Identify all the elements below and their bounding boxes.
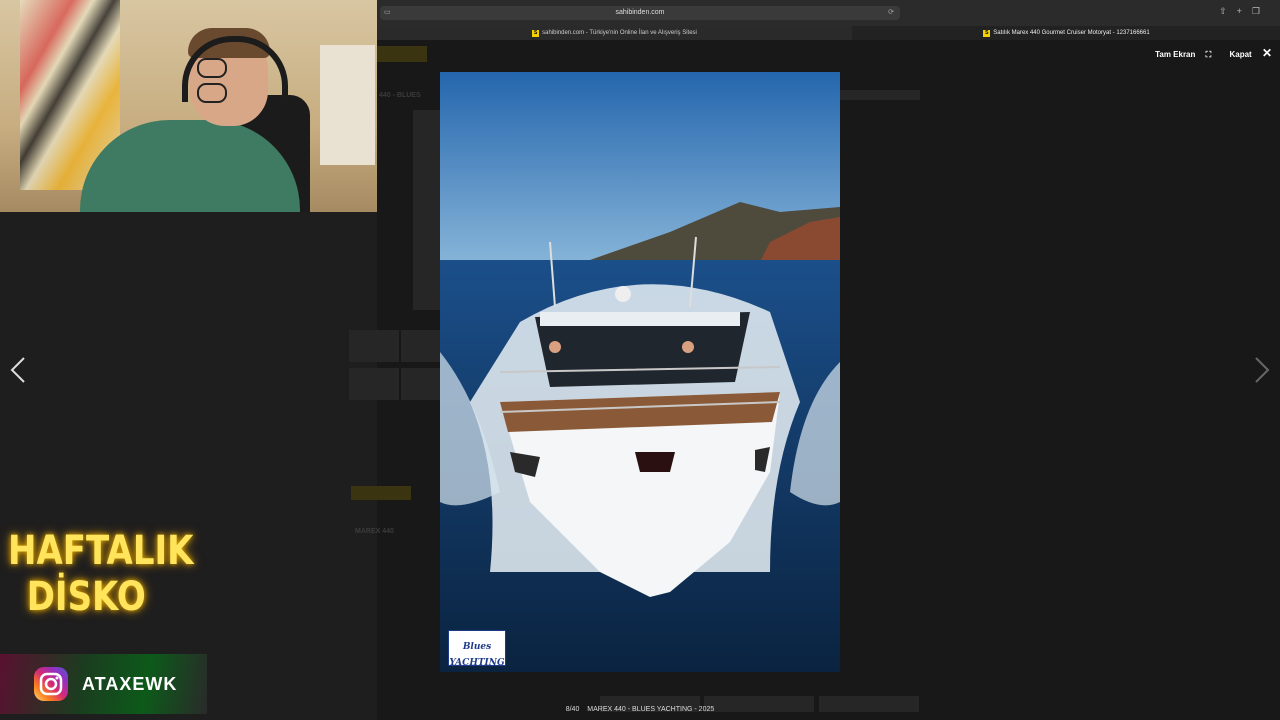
photo-title: MAREX 440 - BLUES YACHTING - 2025 — [587, 706, 715, 713]
gallery-main-image — [413, 110, 443, 310]
tab-favicon: S — [983, 30, 991, 37]
instagram-icon — [34, 667, 68, 701]
tab-strip: Ssahibinden.com - Türkiye'nin Online İla… — [377, 26, 1280, 40]
previous-photo-button[interactable] — [4, 352, 34, 388]
reload-icon[interactable]: ⟳ — [888, 6, 894, 20]
new-tab-icon[interactable]: + — [1237, 6, 1252, 16]
webcam-feed — [0, 0, 377, 212]
thumbnail[interactable] — [349, 330, 399, 362]
browser-actions: ⇧+❐ — [1219, 6, 1270, 17]
header-element — [840, 90, 920, 100]
tab-label: sahibinden.com - Türkiye'nin Online İlan… — [542, 30, 697, 36]
next-photo-button[interactable] — [1246, 352, 1276, 388]
fullscreen-button[interactable]: Tam Ekran ⛶ — [1147, 50, 1211, 59]
listing-photo: Blues YACHTING — [440, 72, 840, 672]
instagram-banner: ATAXEWK — [0, 654, 207, 714]
share-icon[interactable]: ⇧ — [1219, 6, 1237, 16]
fullscreen-icon: ⛶ — [1205, 50, 1212, 59]
thumbnail[interactable] — [349, 368, 399, 400]
badge — [351, 486, 411, 500]
fullscreen-label: Tam Ekran — [1155, 50, 1196, 59]
page-icon: ▭ — [384, 9, 391, 16]
show-title-line2: DİSKO — [26, 574, 146, 620]
lightbox-actions: Tam Ekran ⛶ Kapat ✕ — [1139, 46, 1272, 60]
close-icon: ✕ — [1261, 46, 1272, 60]
thumbnail[interactable] — [401, 368, 441, 400]
tabs-icon[interactable]: ❐ — [1252, 6, 1270, 16]
thumbnail[interactable] — [401, 330, 441, 362]
site-logo — [377, 46, 427, 62]
show-title: HAFTALIK DİSKO — [8, 528, 194, 620]
glasses — [197, 58, 261, 103]
model-heading: MAREX 440 — [355, 528, 394, 535]
address-bar[interactable]: ▭ sahibinden.com ⟳ — [380, 6, 900, 20]
chevron-right-icon — [1255, 357, 1270, 383]
chevron-left-icon — [10, 357, 25, 383]
show-title-line1: HAFTALIK — [8, 528, 194, 574]
close-label: Kapat — [1229, 50, 1252, 59]
url-text: sahibinden.com — [615, 9, 665, 16]
tab-favicon: S — [532, 30, 540, 37]
tab-listing[interactable]: S Satılık Marex 440 Gourmet Cruiser Motor… — [853, 26, 1280, 40]
tab-label: Satılık Marex 440 Gourmet Cruiser Motory… — [993, 30, 1150, 36]
blues-yachting-watermark: Blues YACHTING — [448, 630, 506, 668]
instagram-handle: ATAXEWK — [82, 674, 178, 694]
photo-counter: 8/40 — [565, 706, 580, 713]
listing-heading: 440 - BLUES — [379, 92, 421, 99]
tab-sahibinden-home[interactable]: Ssahibinden.com - Türkiye'nin Online İla… — [377, 26, 852, 40]
close-button[interactable]: Kapat ✕ — [1221, 46, 1272, 60]
window — [320, 45, 375, 165]
